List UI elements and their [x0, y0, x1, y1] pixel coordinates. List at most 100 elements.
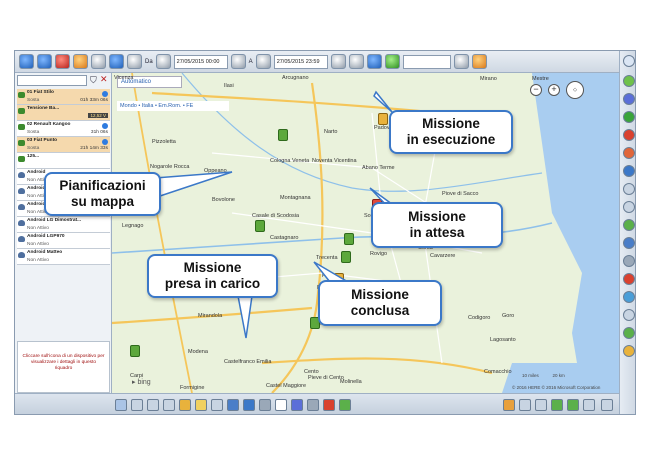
vehicle-marker[interactable]	[278, 129, 288, 141]
grid-icon[interactable]	[147, 399, 159, 411]
device-row[interactable]: 01 Fiat Stilo Sosta 01h 33m 06s	[17, 89, 110, 105]
chat-icon[interactable]	[623, 75, 635, 87]
car-icon	[18, 92, 25, 98]
pan-compass-icon[interactable]: ◇	[566, 81, 584, 99]
vehicle-marker[interactable]	[344, 233, 354, 245]
from-date-field[interactable]: 27/05/2015 00:00	[173, 54, 228, 69]
place-label: Bovolone	[212, 197, 235, 203]
alarm-icon[interactable]	[623, 273, 635, 285]
place-label: Cologna Veneta	[270, 158, 310, 164]
prev-day-icon[interactable]	[155, 54, 171, 69]
vehicle-marker[interactable]	[341, 251, 351, 263]
pin-icon[interactable]	[623, 147, 635, 159]
list-icon[interactable]	[623, 219, 635, 231]
map-view[interactable]: Automatico Mondo • Italia • Em.Rom. • FE…	[112, 73, 619, 393]
status-dot-icon	[102, 91, 108, 97]
ruler-icon[interactable]	[211, 399, 223, 411]
play-icon[interactable]	[330, 54, 346, 69]
car-icon	[18, 124, 25, 130]
group-icon[interactable]	[535, 399, 547, 411]
gear-icon[interactable]	[19, 54, 34, 69]
info-icon[interactable]	[37, 54, 52, 69]
globe-icon[interactable]	[243, 399, 255, 411]
edit-icon[interactable]	[623, 201, 635, 213]
users-icon[interactable]	[623, 93, 635, 105]
device-name: Android	[27, 170, 46, 175]
tools-icon[interactable]	[601, 399, 613, 411]
place-label: Goro	[502, 313, 515, 319]
message-icon[interactable]	[623, 291, 635, 303]
person-icon	[18, 252, 25, 258]
export-icon[interactable]	[384, 54, 400, 69]
filter-input[interactable]	[17, 75, 87, 86]
history-icon[interactable]	[91, 54, 106, 69]
report-icon[interactable]	[503, 399, 515, 411]
target-icon[interactable]	[275, 399, 287, 411]
warning-icon[interactable]	[623, 345, 635, 357]
place-label: Montagnana	[280, 195, 311, 201]
device-row[interactable]: Android LG Dimostrat... Non Attivo	[17, 217, 110, 233]
right-toolbar	[619, 51, 635, 414]
flag-icon[interactable]	[567, 399, 579, 411]
layers-icon[interactable]	[163, 399, 175, 411]
device-row[interactable]: Android LGP970 Non Attivo	[17, 233, 110, 249]
next-day-icon[interactable]	[230, 54, 246, 69]
vehicle-marker[interactable]	[130, 345, 140, 357]
vehicle-marker[interactable]	[255, 220, 265, 232]
layers-icon[interactable]	[348, 54, 364, 69]
warning-icon[interactable]	[195, 399, 207, 411]
status-icon[interactable]	[623, 111, 635, 123]
place-label: Castagnaro	[270, 235, 299, 241]
stop-icon[interactable]	[323, 399, 335, 411]
device-row[interactable]: Android Matteo Non Attivo	[17, 249, 110, 265]
device-row[interactable]: Tensione Ba... 12,52 V	[17, 105, 110, 121]
truck-icon[interactable]	[623, 255, 635, 267]
mission-in-progress-marker[interactable]	[378, 113, 388, 125]
device-status: Non Attivo	[27, 258, 49, 263]
driver-icon[interactable]	[551, 399, 563, 411]
status-dot-icon	[102, 139, 108, 145]
fullscreen-icon[interactable]	[583, 399, 595, 411]
alert-icon[interactable]	[471, 54, 487, 69]
map-breadcrumb[interactable]: Mondo • Italia • Em.Rom. • FE	[117, 101, 229, 111]
search-input[interactable]	[402, 54, 451, 69]
select-icon[interactable]	[115, 399, 127, 411]
stop-icon[interactable]	[623, 129, 635, 141]
zone-icon[interactable]	[227, 399, 239, 411]
clear-filter-icon[interactable]: ✕	[100, 74, 108, 85]
zoom-in-icon[interactable]: +	[548, 84, 560, 96]
map-canvas[interactable]	[112, 73, 619, 393]
info-icon[interactable]	[623, 165, 635, 177]
home-icon[interactable]	[623, 183, 635, 195]
place-label: Abano Terme	[362, 165, 395, 171]
clock-icon[interactable]	[73, 54, 88, 69]
search-icon[interactable]	[453, 54, 469, 69]
globe-icon[interactable]	[366, 54, 382, 69]
device-row[interactable]: 03 Fiat Punto Sosta 21h 14m 33s	[17, 137, 110, 153]
refresh-icon[interactable]	[109, 54, 124, 69]
pan-icon[interactable]	[131, 399, 143, 411]
camera-icon[interactable]	[259, 399, 271, 411]
device-row[interactable]: 125...	[17, 153, 110, 169]
route-icon[interactable]	[291, 399, 303, 411]
device-status: Non Attivo	[27, 226, 49, 231]
print-icon[interactable]	[623, 309, 635, 321]
folder-icon[interactable]	[179, 399, 191, 411]
check-icon[interactable]	[623, 327, 635, 339]
device-row[interactable]: 02 Renault Kangoo Sosta 31h 06s	[17, 121, 110, 137]
filter-icon[interactable]: ⛉	[90, 75, 97, 86]
download-icon[interactable]	[339, 399, 351, 411]
stop-icon[interactable]	[55, 54, 70, 69]
traffic-icon[interactable]	[307, 399, 319, 411]
user-icon[interactable]	[519, 399, 531, 411]
prev-icon[interactable]	[255, 54, 271, 69]
callout-mission-in-progress: Missione in esecuzione	[389, 110, 513, 154]
device-status: Sosta	[27, 98, 40, 103]
car-icon	[18, 140, 25, 146]
zoom-out-icon[interactable]: −	[530, 84, 542, 96]
place-label: Rovigo	[370, 251, 388, 257]
map-icon[interactable]	[623, 237, 635, 249]
settings-icon[interactable]	[623, 55, 635, 67]
route-icon[interactable]	[127, 54, 142, 69]
to-date-field[interactable]: 27/05/2015 23:59	[273, 54, 328, 69]
